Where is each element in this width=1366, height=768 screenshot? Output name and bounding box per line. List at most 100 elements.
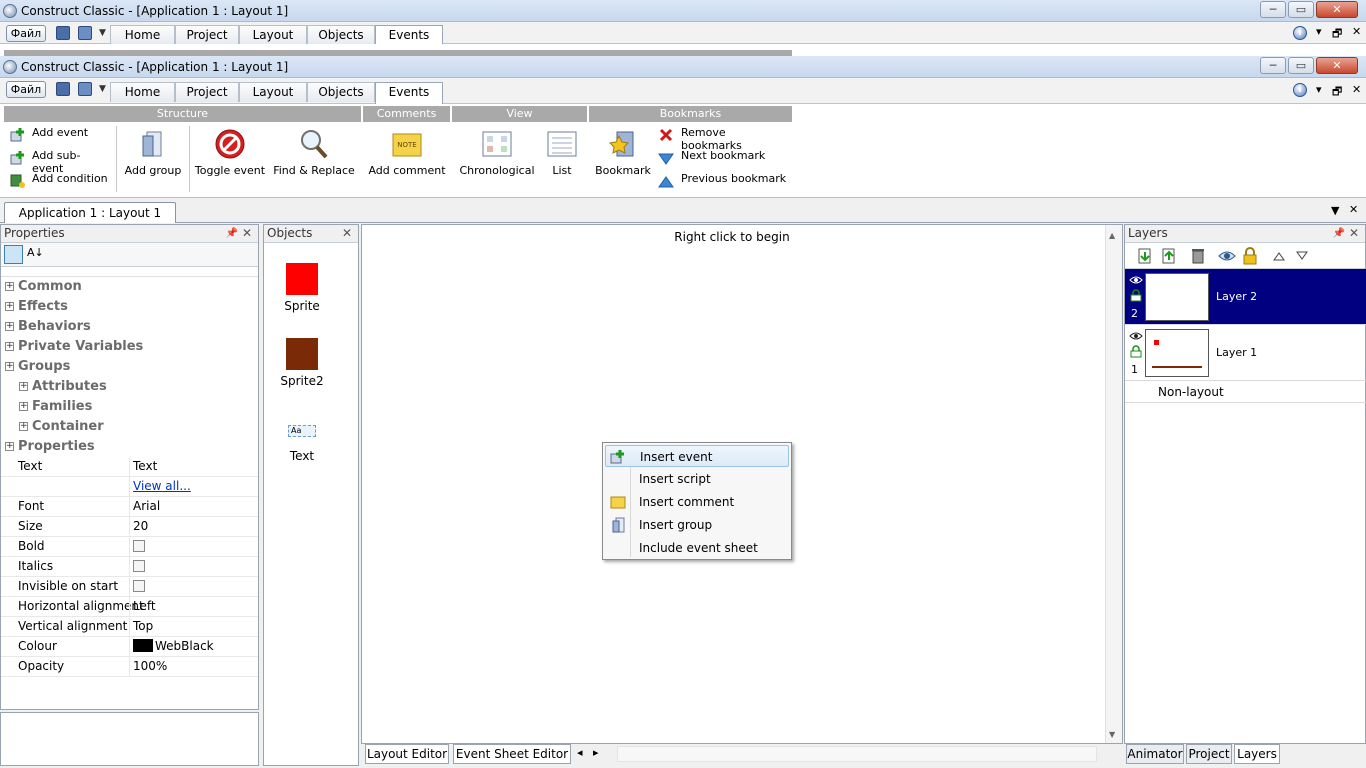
window-titlebar-back[interactable]: Construct Classic - [Application 1 : Lay… [0,0,1366,22]
file-menu-button[interactable]: Файл [6,25,46,42]
tab-animator[interactable]: Animator [1126,744,1184,764]
help-icon[interactable]: i [1293,26,1307,40]
previous-bookmark-button[interactable]: Previous bookmark [658,172,788,190]
colour-swatch[interactable] [133,639,153,652]
tab-events[interactable]: Events [375,25,443,46]
vertical-scrollbar[interactable]: ▲ ▼ [1105,225,1122,743]
mdi-restore-icon[interactable]: 🗗 [1332,25,1342,44]
property-row[interactable]: Horizontal alignment Left [1,597,258,617]
tab-objects[interactable]: Objects [307,82,375,102]
scroll-down-icon[interactable]: ▼ [1109,730,1115,739]
add-sub-event-button[interactable]: Add sub-event [10,149,110,175]
add-layer-below-icon[interactable] [1137,248,1153,264]
expand-icon[interactable]: + [5,362,14,371]
find-replace-button[interactable]: Find & Replace [272,128,356,177]
context-menu-item[interactable]: Insert group [605,514,789,536]
lock-icon[interactable] [1130,289,1142,302]
pin-icon[interactable]: 📌 [1333,225,1345,242]
tab-layers[interactable]: Layers [1234,744,1280,764]
property-checkbox[interactable] [133,580,145,592]
expand-icon[interactable]: + [19,382,28,391]
property-category[interactable]: + Container [1,417,258,437]
mdi-close-icon[interactable]: ✕ [1352,25,1361,38]
mdi-restore-icon[interactable]: 🗗 [1332,83,1342,102]
visibility-toggle-icon[interactable] [1129,275,1143,285]
tab-home[interactable]: Home [110,25,175,45]
expand-icon[interactable]: + [19,402,28,411]
tab-objects[interactable]: Objects [307,25,375,45]
list-view-button[interactable]: List [540,128,584,177]
tab-events[interactable]: Events [375,82,443,104]
doc-close-icon[interactable]: ✕ [1349,203,1358,216]
tab-scroll-right-icon[interactable]: ▸ [593,746,599,759]
layer-row-non-layout[interactable]: Non-layout [1125,381,1366,403]
tab-project-bar[interactable]: Project [1186,744,1232,764]
mdi-dropdown-icon[interactable]: ▾ [1316,83,1322,96]
property-value[interactable]: Arial [133,497,160,516]
context-menu-item[interactable]: Insert comment [605,491,789,513]
tab-event-sheet-editor[interactable]: Event Sheet Editor [453,744,571,764]
property-value[interactable]: Left [133,597,156,616]
tab-home[interactable]: Home [110,82,175,102]
delete-layer-icon[interactable] [1190,248,1206,264]
pin-icon[interactable]: 📌 [226,225,238,242]
document-tab-layout-1[interactable]: Application 1 : Layout 1 [4,202,176,223]
add-layer-above-icon[interactable] [1161,248,1177,264]
property-category[interactable]: + Groups [1,357,258,377]
expand-icon[interactable]: + [5,302,14,311]
mdi-dropdown-icon[interactable]: ▾ [1316,25,1322,38]
property-row[interactable]: Colour WebBlack [1,637,258,657]
add-condition-button[interactable]: Add condition [10,172,110,190]
lock-icon[interactable] [1130,345,1142,358]
lock-icon[interactable] [1242,247,1258,265]
horizontal-scrollbar[interactable] [617,746,1097,762]
property-category[interactable]: + Behaviors [1,317,258,337]
layer-row[interactable]: 2 Layer 2 [1125,269,1366,325]
next-bookmark-button[interactable]: Next bookmark [658,149,788,167]
property-category[interactable]: + Attributes [1,377,258,397]
property-category[interactable]: + Families [1,397,258,417]
close-icon[interactable]: ✕ [242,225,252,242]
move-layer-down-icon[interactable] [1296,251,1308,261]
mdi-close-icon[interactable]: ✕ [1352,83,1361,96]
context-menu-item[interactable]: Insert event [605,445,789,467]
quick-access-dropdown-icon[interactable]: ▼ [99,84,106,94]
add-event-button[interactable]: Add event [10,126,110,144]
property-row[interactable]: Font Arial [1,497,258,517]
property-row[interactable]: View all... [1,477,258,497]
property-checkbox[interactable] [133,540,145,552]
add-comment-button[interactable]: NOTE Add comment [366,128,448,177]
close-button[interactable]: ✕ [1316,1,1358,18]
object-item[interactable]: Sprite [264,263,358,333]
property-row[interactable]: Vertical alignment Top [1,617,258,637]
property-value[interactable]: Text [133,457,157,476]
remove-bookmarks-button[interactable]: Remove bookmarks [658,126,788,152]
property-category[interactable]: + Properties [1,437,258,457]
restore-button[interactable]: ▭ [1288,57,1314,74]
monitor-icon[interactable] [78,26,92,40]
save-icon[interactable] [56,26,70,40]
property-row[interactable]: Bold [1,537,258,557]
bookmark-button[interactable]: Bookmark [594,128,652,177]
quick-access-dropdown-icon[interactable]: ▼ [99,28,106,38]
save-icon[interactable] [56,82,70,96]
tab-layout[interactable]: Layout [239,82,307,102]
categorized-view-icon[interactable] [4,245,23,264]
eye-icon[interactable] [1218,248,1236,264]
minimize-button[interactable]: ─ [1260,57,1286,74]
tab-layout-editor[interactable]: Layout Editor [365,744,449,764]
file-menu-button[interactable]: Файл [6,81,46,98]
tab-scroll-left-icon[interactable]: ◂ [577,746,583,759]
alphabetical-sort-icon[interactable]: A↓ [27,246,44,259]
doc-list-dropdown-icon[interactable]: ▼ [1331,204,1339,217]
property-value[interactable]: 100% [133,657,167,676]
property-row[interactable]: Size 20 [1,517,258,537]
close-icon[interactable]: ✕ [342,225,352,242]
add-group-button[interactable]: Add group [120,128,186,177]
window-titlebar[interactable]: Construct Classic - [Application 1 : Lay… [0,56,1366,78]
property-checkbox[interactable] [133,560,145,572]
chronological-button[interactable]: Chronological [456,128,538,177]
context-menu-item[interactable]: Insert script [605,468,789,490]
property-value[interactable]: 20 [133,517,148,536]
tab-project[interactable]: Project [175,82,239,102]
